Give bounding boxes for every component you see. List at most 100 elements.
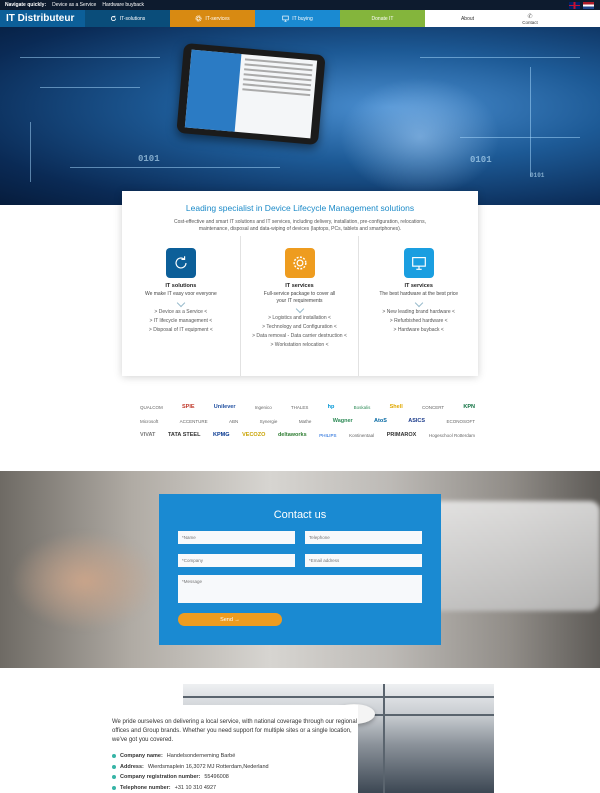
detail-row: Address: Wierdsmaplein 16,3072 MJ Rotter… [112, 762, 358, 773]
partner-logo: Unilever [213, 404, 236, 410]
column-title: IT services [404, 283, 433, 289]
about-text: We pride ourselves on delivering a local… [112, 719, 358, 743]
detail-value: +31 10 310 4927 [174, 784, 217, 791]
column-it-buying: IT services The best hardware at the bes… [359, 236, 478, 376]
detail-row: Telephone number: +31 10 310 4927 [112, 783, 358, 793]
nav-label: IT-services [205, 15, 230, 22]
phone-icon: ✆ [527, 13, 533, 20]
ceiling-beam [383, 684, 385, 793]
partner-logo: PHILIPS [319, 432, 337, 438]
detail-value: 55496008 [204, 774, 229, 780]
tablet-screen [184, 49, 318, 139]
partner-logo: Shell [389, 404, 403, 410]
monitor-icon[interactable] [403, 248, 434, 278]
partner-logo: Mathe [298, 418, 312, 424]
column-link[interactable]: > Device as a Service < [122, 308, 240, 317]
partner-logo: VECOZO [242, 432, 266, 438]
telephone-field[interactable] [305, 531, 422, 544]
column-it-solutions: IT solutions We make IT easy voor everyo… [122, 236, 241, 376]
partner-logo: ASICS [408, 418, 426, 424]
column-link[interactable]: > Logistics and installation < [241, 314, 359, 323]
card-title: Leading specialist in Device Lifecycle M… [185, 203, 415, 213]
column-link[interactable]: > Data removal - Data carrier destructio… [241, 332, 359, 341]
quick-link-daas[interactable]: Device as a Service [52, 2, 96, 8]
circuit-line [530, 67, 531, 177]
refresh-icon [110, 15, 116, 22]
gear-icon[interactable] [284, 248, 315, 278]
partner-logo: ABN [229, 418, 239, 424]
column-link[interactable]: > Workstation relocation < [241, 341, 359, 350]
partner-logo: Kontinentaal [349, 432, 375, 438]
column-link[interactable]: > Refurbished hardware < [359, 317, 478, 326]
refresh-icon[interactable] [165, 248, 196, 278]
nl-flag-icon[interactable] [583, 1, 594, 9]
partner-logo: CONCERT [421, 404, 445, 410]
uk-flag-icon[interactable] [569, 1, 580, 9]
partner-logo: VIVAT [140, 432, 156, 438]
quick-nav-label: Navigate quickly: [5, 2, 47, 8]
nav-it-solutions[interactable]: IT-solutions [85, 10, 170, 27]
nav-it-services[interactable]: IT-services [170, 10, 255, 27]
partner-logo: QUALCOM [140, 404, 163, 410]
partner-logo: SPIE [181, 404, 195, 410]
ceiling-beam [183, 696, 494, 698]
chevron-down-icon [295, 304, 304, 314]
monitor-icon [282, 15, 289, 22]
circuit-line [30, 122, 31, 182]
card-intro: Cost-effective and smart IT solutions an… [174, 219, 426, 232]
hero-image: 0101 0101 0101 [0, 27, 600, 205]
partner-logos: QUALCOM SPIE Unilever Ingenico THALES hp… [140, 400, 475, 446]
services-card: Leading specialist in Device Lifecycle M… [122, 191, 478, 376]
tablet-image [176, 42, 326, 146]
language-switcher [569, 1, 594, 9]
hand-shape [340, 77, 500, 197]
column-title: IT services [285, 283, 314, 289]
nav-donate-it[interactable]: Donate IT [340, 10, 425, 27]
circuit-line [20, 57, 160, 58]
nav-label: IT-solutions [119, 15, 146, 22]
detail-value: Handelsonderneming Barbé [166, 753, 236, 759]
partner-logo: Wagner [332, 418, 353, 424]
column-title: IT solutions [165, 283, 197, 289]
nav-label: IT buying [292, 15, 313, 22]
column-link[interactable]: > Technology and Configuration < [241, 323, 359, 332]
partner-logo: KPMG [213, 432, 230, 438]
detail-label: Telephone number: [120, 784, 171, 791]
send-button[interactable]: Send → [178, 613, 282, 626]
nav-label: Donate IT [371, 15, 394, 22]
brand-logo[interactable]: IT Distributeur [0, 10, 85, 27]
bullet-icon [112, 775, 116, 780]
nav-contact[interactable]: ✆ Contact [510, 10, 550, 27]
column-link[interactable]: > Hardware buyback < [359, 326, 478, 335]
partner-logo: ECONOSOFT [446, 418, 475, 424]
quick-link-buyback[interactable]: Hardware buyback [102, 2, 144, 8]
quick-nav-bar: Navigate quickly: Device as a Service Ha… [0, 0, 600, 10]
partner-logo: Boskalis [353, 404, 371, 410]
partner-logo: Synergie [259, 418, 278, 424]
nav-about[interactable]: About [425, 10, 510, 27]
partner-logo: Microsoft [140, 418, 159, 424]
circuit-line [70, 167, 280, 168]
detail-label: Company registration number: [120, 774, 201, 780]
nav-it-buying[interactable]: IT buying [255, 10, 340, 27]
binary-digits: 0101 [530, 172, 545, 179]
column-tagline: We make IT easy voor everyone [144, 291, 217, 297]
bullet-icon [112, 754, 116, 759]
message-field[interactable] [178, 575, 422, 603]
name-field[interactable] [178, 531, 295, 544]
chevron-down-icon [176, 298, 186, 307]
column-it-services: IT services Full-service package to cove… [241, 236, 360, 376]
partner-logo: THALES [290, 404, 309, 410]
detail-label: Address: [120, 763, 144, 770]
column-link[interactable]: > New leading brand hardware < [359, 308, 478, 317]
column-link[interactable]: > Disposal of IT equipment < [122, 326, 240, 335]
partner-logo: Ingenico [254, 404, 272, 410]
detail-value: Wierdsmaplein 16,3072 MJ Rotterdam,Neder… [147, 763, 269, 770]
company-field[interactable] [178, 554, 295, 567]
detail-row: Company name: Handelsonderneming Barbé [112, 751, 358, 762]
nav-label: About [460, 15, 475, 22]
email-field[interactable] [305, 554, 422, 567]
column-link[interactable]: > IT lifecycle management < [122, 317, 240, 326]
contact-form: Contact us Send → [159, 494, 441, 645]
binary-digits: 0101 [138, 154, 160, 164]
